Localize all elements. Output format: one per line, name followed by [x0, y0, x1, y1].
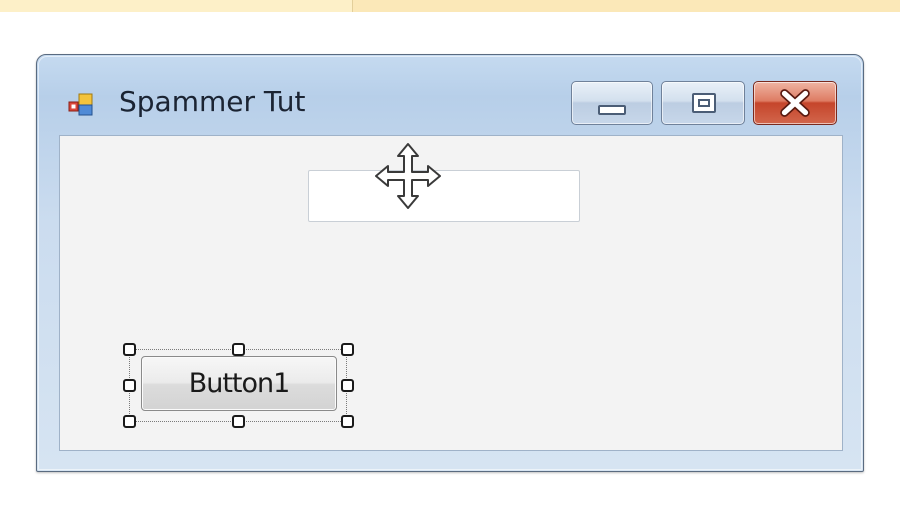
- minimize-button[interactable]: [571, 81, 653, 125]
- resize-handle-bottom-center[interactable]: [232, 415, 245, 428]
- close-icon: [780, 89, 810, 117]
- designer-tab-edge: [352, 0, 900, 12]
- resize-handle-top-right[interactable]: [341, 343, 354, 356]
- resize-handle-top-left[interactable]: [123, 343, 136, 356]
- maximize-button[interactable]: [661, 81, 745, 125]
- resize-handle-top-center[interactable]: [232, 343, 245, 356]
- resize-handle-bottom-left[interactable]: [123, 415, 136, 428]
- move-icon: [375, 143, 441, 209]
- textbox-1[interactable]: [308, 170, 580, 222]
- designer-tab-strip: [0, 0, 900, 12]
- designer-surface: Spammer Tut Button1: [0, 0, 900, 506]
- minimize-icon: [598, 105, 626, 115]
- close-button[interactable]: [753, 81, 837, 125]
- resize-handle-middle-left[interactable]: [123, 379, 136, 392]
- form-window[interactable]: Spammer Tut Button1: [36, 54, 864, 472]
- app-icon: [68, 93, 93, 116]
- form-client-area[interactable]: Button1: [59, 135, 843, 451]
- button-1[interactable]: Button1: [141, 356, 337, 411]
- resize-handle-middle-right[interactable]: [341, 379, 354, 392]
- title-bar[interactable]: Spammer Tut: [37, 55, 863, 135]
- maximize-icon: [692, 93, 716, 113]
- window-title: Spammer Tut: [119, 85, 306, 118]
- resize-handle-bottom-right[interactable]: [341, 415, 354, 428]
